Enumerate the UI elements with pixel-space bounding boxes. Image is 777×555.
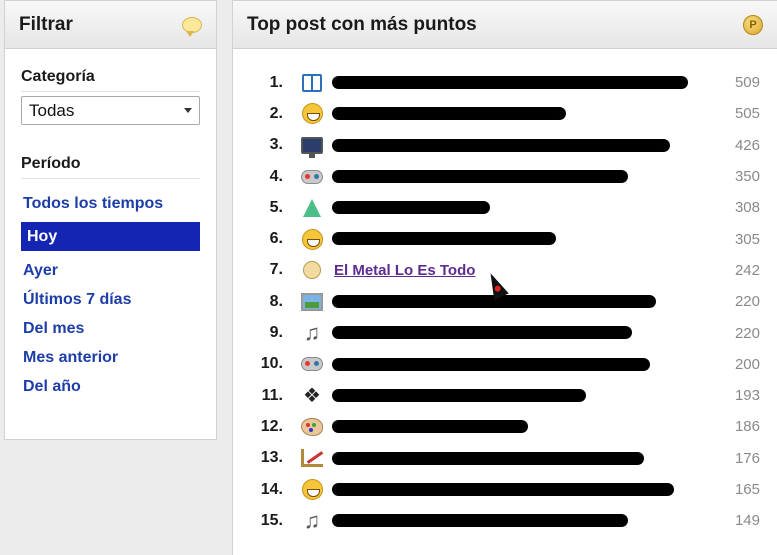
ruler-icon [300, 446, 324, 470]
post-rank: 3. [269, 136, 283, 154]
post-row: 6. 305 [233, 223, 777, 254]
period-label: Período [21, 155, 200, 179]
redaction-mark [332, 388, 586, 402]
smiley-icon [300, 478, 324, 502]
filter-title: Filtrar [19, 13, 73, 35]
post-rank: 6. [269, 230, 283, 248]
post-row: 7. El Metal Lo Es Todo 242 [233, 255, 777, 286]
top-posts-header: Top post con más puntos P [233, 1, 777, 49]
post-rank: 13. [260, 449, 283, 467]
top-posts-title: Top post con más puntos [247, 13, 477, 35]
redaction-mark [332, 232, 556, 246]
monitor-icon [300, 133, 324, 158]
post-row: 14. 165 [233, 474, 777, 505]
post-rank: 5. [269, 198, 283, 216]
period-item-today[interactable]: Hoy [21, 222, 200, 251]
post-rank: 7. [269, 261, 283, 279]
redaction-mark [332, 357, 650, 371]
flask-icon [300, 196, 324, 220]
music-note-icon: ♫ [303, 507, 321, 533]
period-item-last-7-days[interactable]: Últimos 7 días [21, 285, 200, 314]
post-points: 149 [734, 512, 760, 530]
filter-header: Filtrar [5, 1, 216, 49]
redaction-mark [332, 482, 674, 496]
chat-bubble-icon [182, 16, 202, 37]
post-points: 242 [734, 261, 760, 279]
filter-panel: Filtrar Categoría Todas Período Todos lo… [4, 0, 217, 440]
post-points: 165 [734, 481, 760, 498]
post-row: 1. 509 [233, 67, 777, 98]
period-item-all-time[interactable]: Todos los tiempos [21, 189, 200, 218]
post-rank: 14. [260, 480, 283, 498]
period-item-last-month[interactable]: Mes anterior [21, 343, 200, 372]
post-points: 426 [734, 136, 760, 154]
book-icon [300, 71, 324, 95]
chevron-down-icon [184, 108, 192, 113]
post-row: 10. 200 [233, 349, 777, 380]
category-select-value: Todas [29, 100, 75, 120]
chat-icon [300, 258, 324, 282]
post-row: 15. ♫ 149 [233, 505, 777, 536]
post-row: 4. 350 [233, 161, 777, 192]
post-rank: 4. [269, 167, 283, 185]
category-select[interactable]: Todas [21, 96, 200, 125]
smiley-icon [300, 227, 324, 251]
redaction-mark [332, 451, 644, 465]
gamepad-icon [300, 165, 324, 189]
palette-icon [300, 415, 324, 439]
post-row: 13. 176 [233, 443, 777, 474]
post-rank: 8. [269, 292, 283, 310]
redaction-mark [332, 201, 490, 215]
post-rank: 1. [269, 73, 283, 91]
post-points: 509 [734, 74, 760, 92]
redaction-mark [332, 326, 632, 340]
post-points: 193 [734, 387, 760, 405]
post-rank: 10. [260, 355, 283, 373]
post-points: 176 [734, 449, 760, 467]
music-note-icon: ♫ [303, 320, 321, 346]
post-rank: 2. [269, 104, 283, 122]
post-row: 2. 505 [233, 98, 777, 129]
redaction-mark [332, 138, 670, 152]
redaction-mark [332, 420, 528, 434]
category-section: Categoría Todas [5, 68, 216, 125]
post-row: 12. 186 [233, 411, 777, 442]
post-list: 1. 509 2. 505 3. 426 4. 350 5. 308 6. 30… [233, 67, 777, 536]
post-points: 186 [734, 418, 760, 436]
post-title-link[interactable]: El Metal Lo Es Todo [334, 262, 475, 279]
post-row: 9. ♫ 220 [233, 317, 777, 348]
post-rank: 15. [260, 511, 283, 529]
post-rank: 11. [261, 386, 283, 404]
redaction-mark [332, 76, 688, 89]
post-rank: 12. [260, 417, 283, 435]
category-label: Categoría [21, 68, 200, 92]
post-points: 505 [734, 105, 760, 123]
points-coin-icon: P [743, 14, 763, 35]
period-list: Todos los tiempos Hoy Ayer Últimos 7 día… [21, 189, 200, 401]
post-points: 305 [734, 230, 760, 248]
post-points: 350 [734, 168, 760, 186]
redaction-mark [332, 107, 566, 121]
post-points: 308 [734, 199, 760, 217]
period-item-yesterday[interactable]: Ayer [21, 256, 200, 285]
post-row: 5. 308 [233, 192, 777, 223]
post-rank: 9. [269, 324, 283, 342]
photo-icon [300, 290, 324, 314]
post-points: 220 [734, 293, 760, 311]
smiley-icon [300, 102, 324, 126]
paw-icon: ❖ [303, 384, 321, 407]
redaction-mark [332, 169, 628, 183]
post-row: 3. 426 [233, 130, 777, 161]
gamepad-icon [300, 352, 324, 376]
period-section: Período Todos los tiempos Hoy Ayer Últim… [5, 155, 216, 401]
post-points: 200 [734, 355, 760, 373]
post-row: 11. ❖ 193 [233, 380, 777, 411]
period-item-this-year[interactable]: Del año [21, 372, 200, 401]
period-item-this-month[interactable]: Del mes [21, 314, 200, 343]
top-posts-panel: Top post con más puntos P 1. 509 2. 505 … [232, 0, 777, 555]
post-points: 220 [734, 324, 760, 342]
redaction-mark [332, 514, 628, 528]
